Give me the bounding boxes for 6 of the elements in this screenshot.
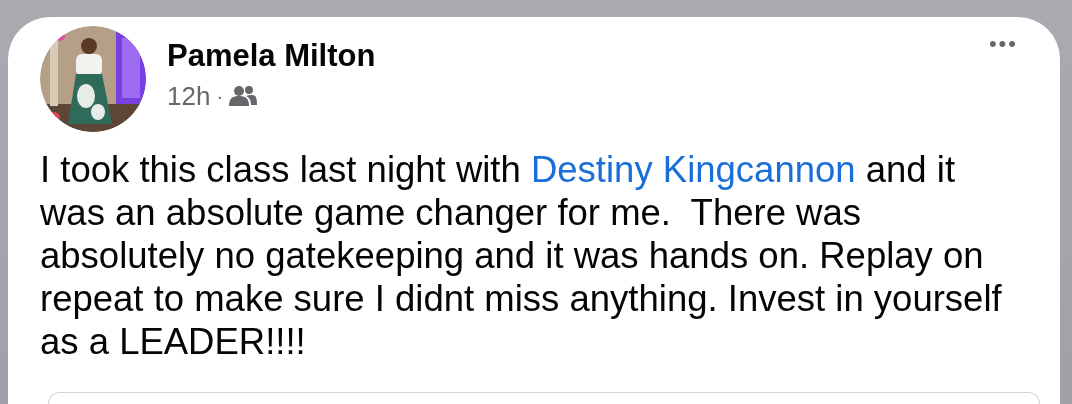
post-time[interactable]: 12h — [167, 80, 211, 112]
more-options-button[interactable]: ••• — [988, 32, 1018, 56]
post-text: I took this class last night with Destiny Kingcannon and it was an absolute game changer for me. There was absolutely no gatekeeping and it was hands on. Replay on repeat to make sure I didnt miss anything. Invest in yourself as a LEADER!!!! — [40, 148, 1003, 363]
separator-dot: · — [216, 84, 224, 109]
author-name[interactable]: Pamela Milton — [167, 36, 376, 76]
profile-link[interactable]: Destiny Kingcannon — [530, 149, 856, 190]
